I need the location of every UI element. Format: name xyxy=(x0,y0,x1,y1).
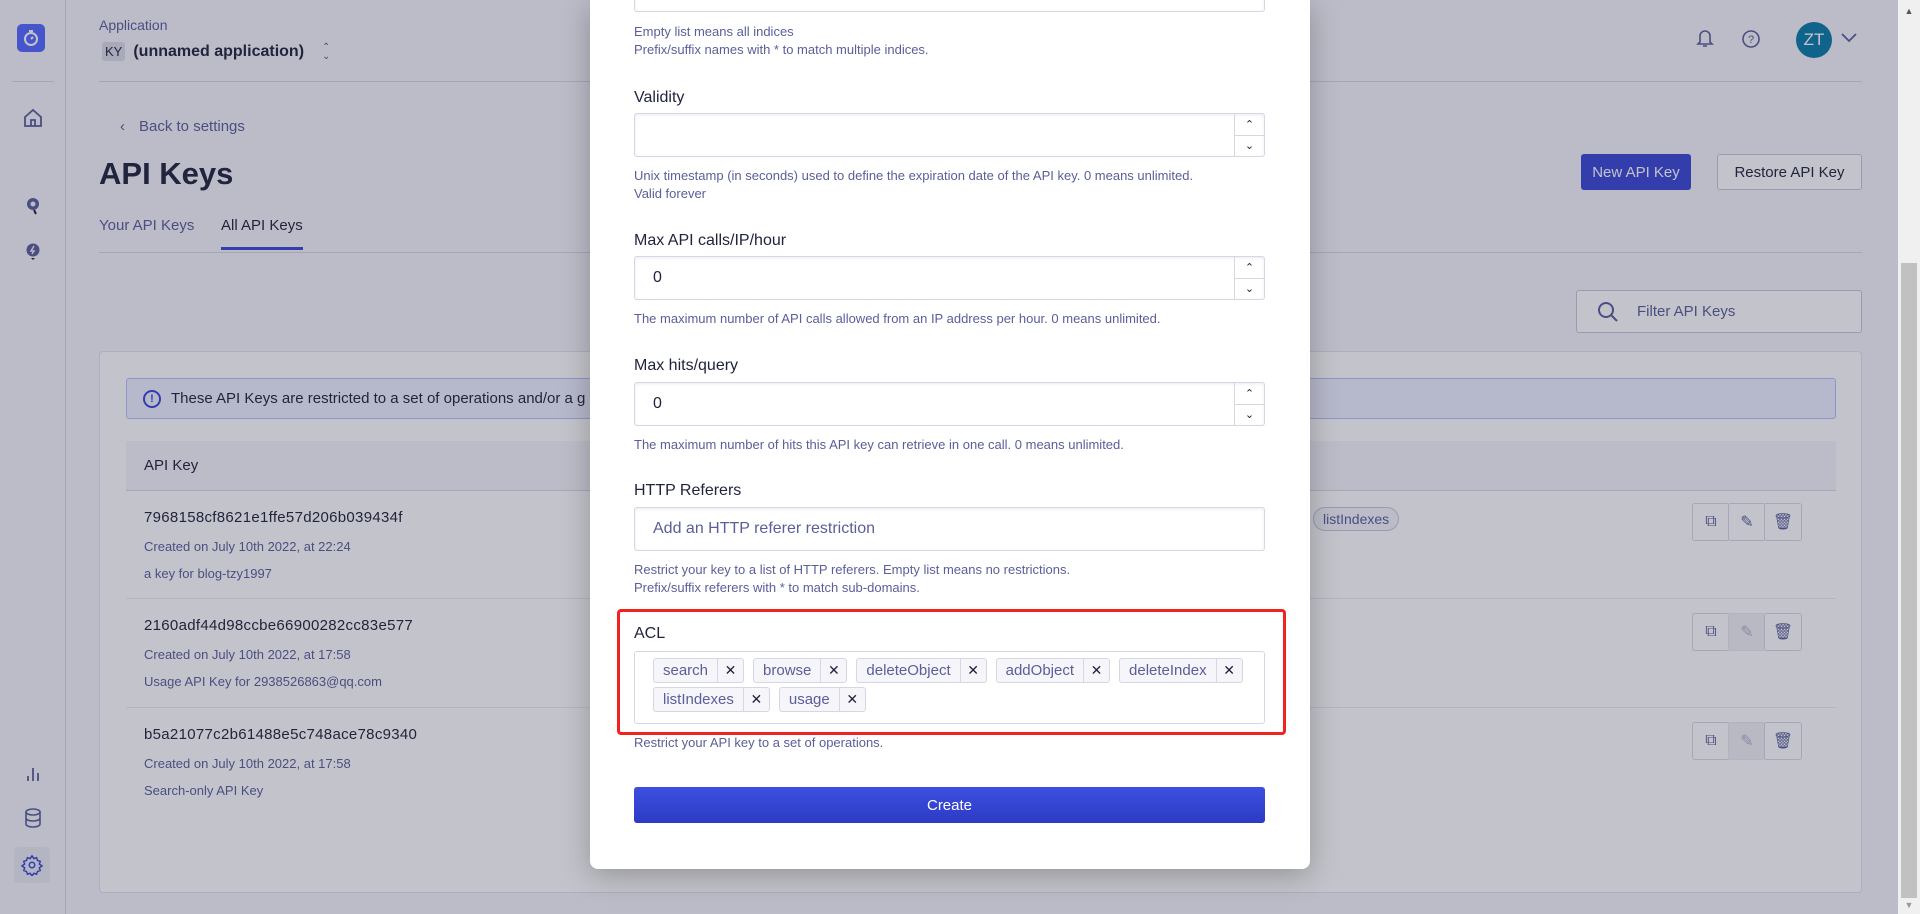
max-calls-hint: The maximum number of API calls allowed … xyxy=(634,311,1161,326)
stepper-down-icon: ⌄ xyxy=(1244,140,1255,153)
remove-icon[interactable]: ✕ xyxy=(1215,659,1242,682)
acl-chip-label: addObject xyxy=(1005,662,1075,679)
acl-chip: listIndexes ✕ xyxy=(653,687,770,712)
remove-icon[interactable]: ✕ xyxy=(717,659,743,682)
max-calls-input[interactable]: 0 ⌃ ⌄ xyxy=(634,256,1265,300)
acl-hint: Restrict your API key to a set of operat… xyxy=(634,735,884,750)
http-referers-input[interactable]: Add an HTTP referer restriction xyxy=(634,507,1265,551)
acl-chip: browse ✕ xyxy=(753,658,848,683)
acl-chip-label: search xyxy=(663,662,709,679)
indices-input[interactable] xyxy=(634,0,1265,12)
acl-label: ACL xyxy=(634,625,666,642)
scroll-up-icon[interactable]: ▲ xyxy=(1898,6,1920,16)
acl-chip: addObject ✕ xyxy=(995,658,1111,683)
max-calls-label: Max API calls/IP/hour xyxy=(634,232,787,249)
indices-hint: Empty list means all indices Prefix/suffi… xyxy=(634,24,929,57)
max-hits-input[interactable]: 0 ⌃ ⌄ xyxy=(634,382,1265,426)
number-stepper[interactable]: ⌃ ⌄ xyxy=(1234,114,1264,156)
stepper-down-icon: ⌄ xyxy=(1244,409,1255,422)
acl-chip-label: deleteIndex xyxy=(1129,662,1207,679)
acl-chip-label: listIndexes xyxy=(663,691,734,708)
http-referers-hint: Restrict your key to a list of HTTP refe… xyxy=(634,562,1071,595)
remove-icon[interactable]: ✕ xyxy=(742,688,769,711)
stepper-up-icon: ⌃ xyxy=(1235,114,1264,136)
acl-chip: deleteObject ✕ xyxy=(856,658,987,683)
acl-input[interactable]: search ✕ browse ✕ deleteObject ✕ addObject ✕ del… xyxy=(634,651,1265,724)
validity-label: Validity xyxy=(634,89,685,106)
scrollbar-thumb[interactable] xyxy=(1901,263,1917,898)
number-stepper[interactable]: ⌃ ⌄ xyxy=(1234,383,1264,425)
scroll-down-icon[interactable]: ▼ xyxy=(1898,900,1920,910)
new-api-key-modal: Empty list means all indices Prefix/suffi… xyxy=(590,0,1310,869)
max-hits-hint: The maximum number of hits this API key … xyxy=(634,437,1124,452)
remove-icon[interactable]: ✕ xyxy=(959,659,986,682)
acl-chip-label: usage xyxy=(788,691,830,708)
remove-icon[interactable]: ✕ xyxy=(820,659,846,682)
acl-chip: usage ✕ xyxy=(778,687,866,712)
acl-chip: search ✕ xyxy=(653,658,745,683)
stepper-up-icon: ⌃ xyxy=(1235,257,1264,279)
number-stepper[interactable]: ⌃ ⌄ xyxy=(1234,257,1264,299)
remove-icon[interactable]: ✕ xyxy=(838,688,865,711)
remove-icon[interactable]: ✕ xyxy=(1083,659,1109,682)
stepper-up-icon: ⌃ xyxy=(1235,383,1264,405)
acl-chip-label: deleteObject xyxy=(866,662,951,679)
create-button[interactable]: Create xyxy=(634,787,1265,823)
acl-chip-label: browse xyxy=(763,662,812,679)
max-hits-label: Max hits/query xyxy=(634,357,739,374)
http-referers-label: HTTP Referers xyxy=(634,482,742,499)
validity-input[interactable]: ⌃ ⌄ xyxy=(634,113,1265,157)
validity-hint: Unix timestamp (in seconds) used to defi… xyxy=(634,168,1194,201)
stepper-down-icon: ⌄ xyxy=(1244,283,1255,296)
acl-chip: deleteIndex ✕ xyxy=(1119,658,1243,683)
